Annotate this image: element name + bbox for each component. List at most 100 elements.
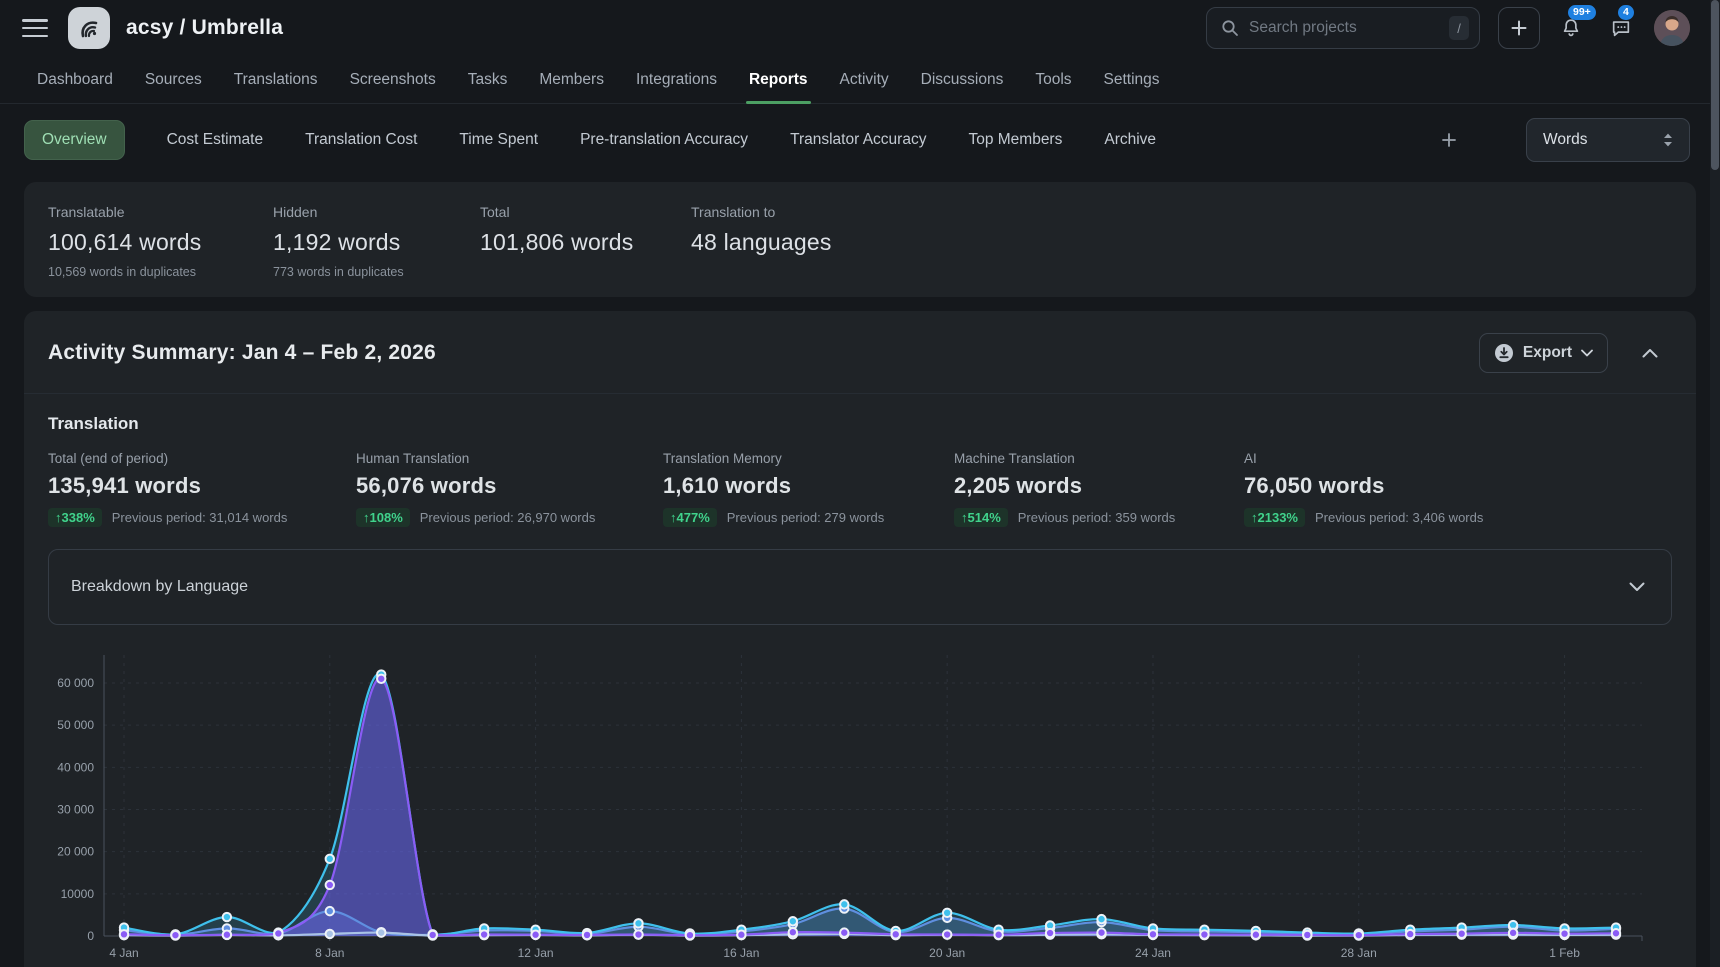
previous-period: Previous period: 31,014 words bbox=[112, 510, 288, 525]
user-avatar[interactable] bbox=[1654, 10, 1690, 46]
delta-badge: ↑2133% bbox=[1244, 508, 1305, 527]
tab-settings[interactable]: Settings bbox=[1104, 56, 1160, 103]
stat-label: Hidden bbox=[273, 204, 480, 220]
metric-label: AI bbox=[1244, 451, 1483, 466]
tab-translations[interactable]: Translations bbox=[234, 56, 318, 103]
create-project-button[interactable] bbox=[1498, 7, 1540, 49]
activity-summary-title: Activity Summary: Jan 4 – Feb 2, 2026 bbox=[48, 341, 436, 365]
top-bar: acsy / Umbrella / bbox=[0, 0, 1720, 56]
activity-line-chart[interactable]: 01000020 00030 00040 00050 00060 0004 Ja… bbox=[24, 651, 1696, 967]
tab-members[interactable]: Members bbox=[539, 56, 604, 103]
chat-icon bbox=[1610, 17, 1632, 39]
collapse-section-button[interactable] bbox=[1642, 348, 1658, 358]
plus-icon bbox=[1440, 131, 1458, 149]
tab-discussions[interactable]: Discussions bbox=[921, 56, 1004, 103]
subtab-translator-accuracy[interactable]: Translator Accuracy bbox=[790, 131, 926, 149]
metric-label: Translation Memory bbox=[663, 451, 954, 466]
svg-text:12 Jan: 12 Jan bbox=[518, 946, 554, 960]
svg-text:4 Jan: 4 Jan bbox=[109, 946, 138, 960]
metric-human-translation: Human Translation 56,076 words ↑108% Pre… bbox=[356, 451, 663, 527]
add-report-button[interactable] bbox=[1440, 131, 1458, 149]
caret-down-icon bbox=[1581, 349, 1593, 357]
svg-text:60 000: 60 000 bbox=[57, 676, 94, 690]
stat-label: Translatable bbox=[48, 204, 273, 220]
search-box[interactable]: / bbox=[1206, 7, 1480, 49]
svg-text:8 Jan: 8 Jan bbox=[315, 946, 344, 960]
metric-label: Total (end of period) bbox=[48, 451, 356, 466]
scrollbar-track[interactable] bbox=[1710, 0, 1720, 967]
svg-text:20 Jan: 20 Jan bbox=[929, 946, 965, 960]
delta-badge: ↑477% bbox=[663, 508, 717, 527]
chevron-up-icon bbox=[1642, 348, 1658, 358]
top-bar-actions: / 99+ 4 bbox=[1206, 7, 1690, 49]
tab-reports[interactable]: Reports bbox=[749, 56, 808, 103]
breakdown-by-language-toggle[interactable]: Breakdown by Language bbox=[48, 549, 1672, 625]
export-button[interactable]: Export bbox=[1479, 333, 1608, 373]
search-shortcut-hint: / bbox=[1449, 16, 1469, 40]
tab-screenshots[interactable]: Screenshots bbox=[350, 56, 436, 103]
svg-text:16 Jan: 16 Jan bbox=[723, 946, 759, 960]
stat-value: 48 languages bbox=[691, 229, 832, 256]
stat-subtext: 773 words in duplicates bbox=[273, 265, 480, 279]
translation-metrics: Total (end of period) 135,941 words ↑338… bbox=[48, 451, 1672, 527]
scrollbar-thumb[interactable] bbox=[1711, 0, 1719, 170]
tab-tools[interactable]: Tools bbox=[1035, 56, 1071, 103]
activity-summary-card: Activity Summary: Jan 4 – Feb 2, 2026 Ex… bbox=[24, 311, 1696, 967]
subtab-top-members[interactable]: Top Members bbox=[968, 131, 1062, 149]
messages-button[interactable]: 4 bbox=[1602, 9, 1640, 47]
download-icon bbox=[1494, 343, 1514, 363]
tab-integrations[interactable]: Integrations bbox=[636, 56, 717, 103]
page-title: acsy / Umbrella bbox=[126, 16, 283, 40]
subtab-archive[interactable]: Archive bbox=[1104, 131, 1156, 149]
avatar-photo bbox=[1654, 10, 1690, 46]
subtab-translation-cost[interactable]: Translation Cost bbox=[305, 131, 417, 149]
delta-badge: ↑338% bbox=[48, 508, 102, 527]
stat-value: 1,192 words bbox=[273, 229, 480, 256]
svg-text:28 Jan: 28 Jan bbox=[1341, 946, 1377, 960]
svg-text:24 Jan: 24 Jan bbox=[1135, 946, 1171, 960]
delta-badge: ↑108% bbox=[356, 508, 410, 527]
svg-text:40 000: 40 000 bbox=[57, 760, 94, 774]
translation-section: Translation Total (end of period) 135,94… bbox=[24, 394, 1696, 527]
reports-page: acsy / Umbrella / bbox=[0, 0, 1720, 967]
svg-text:10000: 10000 bbox=[61, 887, 95, 901]
subtab-pretranslation-accuracy[interactable]: Pre-translation Accuracy bbox=[580, 131, 748, 149]
select-caret-icon bbox=[1661, 131, 1675, 149]
unit-select[interactable]: Words bbox=[1526, 118, 1690, 162]
chevron-down-icon bbox=[1629, 582, 1645, 592]
previous-period: Previous period: 359 words bbox=[1018, 510, 1176, 525]
metric-value: 76,050 words bbox=[1244, 473, 1483, 499]
activity-summary-header: Activity Summary: Jan 4 – Feb 2, 2026 Ex… bbox=[24, 333, 1696, 373]
metric-translation-memory: Translation Memory 1,610 words ↑477% Pre… bbox=[663, 451, 954, 527]
tab-dashboard[interactable]: Dashboard bbox=[37, 56, 113, 103]
menu-icon[interactable] bbox=[22, 18, 48, 38]
metric-label: Human Translation bbox=[356, 451, 663, 466]
previous-period: Previous period: 26,970 words bbox=[420, 510, 596, 525]
search-icon bbox=[1221, 19, 1239, 37]
svg-text:50 000: 50 000 bbox=[57, 718, 94, 732]
subtab-time-spent[interactable]: Time Spent bbox=[459, 131, 538, 149]
tab-sources[interactable]: Sources bbox=[145, 56, 202, 103]
subtab-cost-estimate[interactable]: Cost Estimate bbox=[167, 131, 263, 149]
word-stats-card: Translatable 100,614 words 10,569 words … bbox=[24, 182, 1696, 297]
app-logo[interactable] bbox=[68, 7, 110, 49]
reports-subnav: Overview Cost Estimate Translation Cost … bbox=[0, 104, 1720, 174]
metric-value: 2,205 words bbox=[954, 473, 1244, 499]
stat-subtext: 10,569 words in duplicates bbox=[48, 265, 273, 279]
metric-total: Total (end of period) 135,941 words ↑338… bbox=[48, 451, 356, 527]
svg-text:0: 0 bbox=[87, 929, 94, 943]
tab-activity[interactable]: Activity bbox=[840, 56, 889, 103]
subtab-overview[interactable]: Overview bbox=[24, 120, 125, 160]
stat-label: Total bbox=[480, 204, 691, 220]
svg-text:1 Feb: 1 Feb bbox=[1549, 946, 1580, 960]
tab-tasks[interactable]: Tasks bbox=[468, 56, 508, 103]
stat-value: 100,614 words bbox=[48, 229, 273, 256]
delta-badge: ↑514% bbox=[954, 508, 1008, 527]
stat-total: Total 101,806 words bbox=[480, 204, 691, 279]
stat-label: Translation to bbox=[691, 204, 832, 220]
notifications-button[interactable]: 99+ bbox=[1552, 9, 1590, 47]
previous-period: Previous period: 3,406 words bbox=[1315, 510, 1483, 525]
stat-translation-to: Translation to 48 languages bbox=[691, 204, 832, 279]
breakdown-label: Breakdown by Language bbox=[71, 578, 248, 596]
search-input[interactable] bbox=[1249, 19, 1449, 37]
